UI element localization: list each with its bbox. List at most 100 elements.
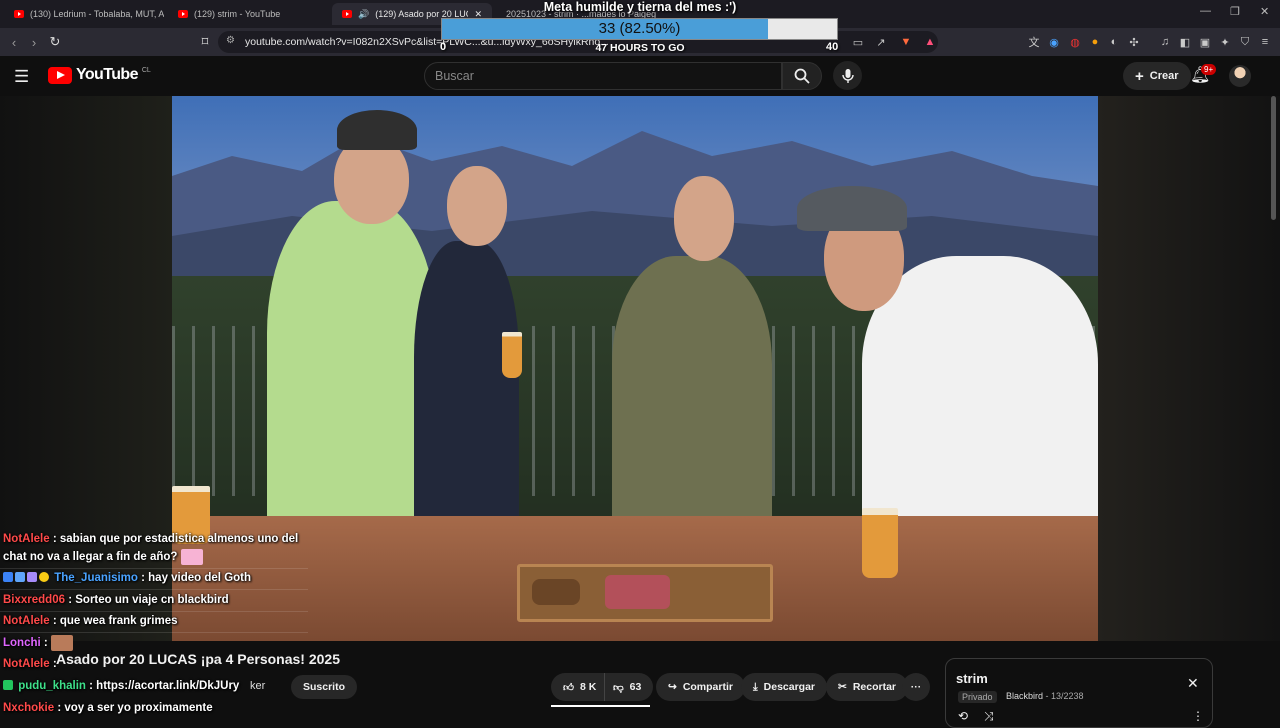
brave-shield-icon[interactable]: ▼ — [898, 34, 914, 50]
extension-icon[interactable]: ◐ — [1106, 34, 1122, 50]
rewards-icon[interactable]: ▲ — [922, 34, 938, 50]
search-button[interactable] — [782, 62, 822, 90]
wallet-icon[interactable]: ▣ — [1197, 34, 1213, 50]
extension-icon[interactable]: ◍ — [1067, 34, 1083, 50]
extension-icon[interactable]: ◉ — [1046, 34, 1062, 50]
sidebar-icon[interactable]: ◧ — [1177, 34, 1193, 50]
chat-message: NotAlele : — [3, 656, 57, 673]
badge-icon — [15, 572, 25, 582]
close-icon[interactable]: ✕ — [1187, 675, 1199, 692]
browser-tab[interactable]: (130) Ledrium - Tobalaba, MUT, Av. P — [4, 3, 164, 25]
leo-icon[interactable]: ✦ — [1217, 34, 1233, 50]
person-navy-shirt — [414, 241, 519, 531]
extensions-puzzle-icon[interactable]: ✣ — [1126, 34, 1142, 50]
dislike-button[interactable]: 👎︎ 63 — [604, 673, 654, 701]
avatar[interactable] — [1229, 65, 1251, 87]
emote-icon — [180, 549, 203, 565]
chat-username: Lonchi — [3, 637, 41, 650]
share-page-icon[interactable]: ↗ — [873, 34, 889, 50]
more-actions-button[interactable]: ··· — [902, 673, 930, 701]
search-input[interactable]: Buscar — [424, 62, 782, 90]
beer-glass — [862, 508, 898, 578]
back-icon[interactable]: ‹ — [4, 32, 24, 52]
chat-message: Bixxredd06 : Sorteo un viaje cn blackbir… — [3, 592, 229, 609]
dislike-count: 63 — [629, 681, 642, 693]
channel-name[interactable]: ker — [250, 680, 265, 692]
search-icon — [794, 68, 810, 84]
ambient-right — [1098, 96, 1280, 641]
forward-icon[interactable]: › — [24, 32, 44, 52]
browser-tab[interactable]: (129) strim - YouTube — [168, 3, 328, 25]
download-button[interactable]: ⤓ Descargar — [741, 673, 828, 701]
voice-search-button[interactable] — [833, 61, 862, 90]
video-player[interactable] — [172, 96, 1098, 641]
chat-text: : — [43, 637, 48, 650]
vpn-icon[interactable]: ⛉ — [1237, 34, 1253, 50]
shuffle-icon[interactable]: ⤨ — [984, 709, 994, 724]
create-button[interactable]: + Crear — [1123, 62, 1191, 90]
cast-icon[interactable]: ▭ — [850, 34, 866, 50]
like-button[interactable]: 👍︎ 8 K — [551, 673, 605, 701]
tab-title: (129) strim - YouTube — [194, 9, 281, 19]
person-cap — [797, 186, 907, 231]
goal-title: Meta humilde y tierna del mes :') — [543, 0, 737, 14]
chat-message: Nxchokie : voy a ser yo proximamente — [3, 700, 213, 717]
youtube-logo[interactable]: YouTube CL — [48, 66, 151, 84]
extension-icon[interactable]: ● — [1087, 34, 1103, 50]
beer-glass — [502, 332, 522, 378]
badge-icon — [3, 680, 13, 690]
playlist-title[interactable]: strim — [956, 671, 988, 686]
youtube-logo-icon — [48, 66, 72, 84]
video-title: Asado por 20 LUCAS ¡pa 4 Personas! 2025 — [56, 651, 340, 667]
translate-icon[interactable]: 文 — [1026, 34, 1042, 50]
page-scrollbar[interactable] — [1271, 96, 1276, 220]
youtube-header: ☰ YouTube CL Buscar + Crear 🔔︎ 9+ — [0, 56, 1280, 96]
site-info-icon[interactable]: ⚙ — [226, 35, 235, 46]
chat-divider — [0, 589, 308, 590]
more-icon: ··· — [910, 681, 922, 693]
chat-divider — [0, 568, 308, 569]
close-window-icon[interactable]: ✕ — [1260, 5, 1269, 18]
chat-message: pudu_khalin : https://acortar.link/DkJUr… — [3, 678, 239, 695]
playlist-more-icon[interactable]: ⋮ — [1192, 709, 1204, 723]
chat-text: : que wea frank grimes — [52, 615, 178, 627]
playlist-panel: strim Privado Blackbird - 13/2238 ✕ ⟲ ⤨ … — [945, 658, 1213, 728]
chat-text: chat no va a llegar a fin de año? — [3, 551, 178, 564]
loop-icon[interactable]: ⟲ — [958, 709, 968, 723]
chat-text: : https://acortar.link/DkJUry — [89, 680, 240, 692]
emote-icon — [50, 635, 73, 651]
chat-text: : voy a ser yo proximamente — [57, 702, 213, 714]
person-olive-shirt — [612, 256, 772, 526]
chat-divider — [0, 611, 308, 612]
share-button[interactable]: ↪ Compartir — [656, 673, 745, 701]
person-cap — [337, 110, 417, 150]
create-label: Crear — [1149, 70, 1179, 82]
chat-message: Lonchi : — [3, 635, 73, 652]
chat-username: NotAlele — [3, 658, 50, 670]
playlist-channel-position: Blackbird - 13/2238 — [1006, 691, 1084, 701]
music-icon[interactable]: ♫ — [1157, 34, 1173, 50]
bookmark-icon[interactable]: ⌑ — [195, 32, 215, 52]
thumbs-down-icon: 👎︎ — [613, 681, 624, 694]
menu-icon[interactable]: ☰ — [14, 67, 29, 87]
like-ratio-bar — [551, 705, 650, 707]
playlist-channel[interactable]: Blackbird — [1006, 691, 1043, 701]
chat-username: Bixxredd06 — [3, 594, 66, 606]
person-head — [674, 176, 734, 261]
clip-button[interactable]: ✂ Recortar — [826, 673, 908, 701]
speaker-icon: 🔊 — [358, 8, 370, 19]
badge-icon — [3, 572, 13, 582]
reload-icon[interactable]: ↻ — [45, 32, 65, 52]
badge-icon — [39, 572, 49, 582]
goal-time-left: 47 HOURS TO GO — [595, 42, 685, 54]
goal-max: 40 — [826, 41, 839, 53]
thumbs-up-icon: 👍︎ — [563, 681, 574, 694]
maximize-icon[interactable]: ❐ — [1230, 5, 1240, 18]
minimize-icon[interactable]: — — [1200, 5, 1211, 17]
browser-menu-icon[interactable]: ≡ — [1257, 34, 1273, 50]
share-icon: ↪ — [668, 681, 677, 693]
subscribed-button[interactable]: Suscrito — [291, 675, 358, 699]
chat-divider — [0, 632, 308, 633]
youtube-favicon-icon — [178, 10, 188, 18]
chat-username: Nxchokie — [3, 702, 55, 714]
